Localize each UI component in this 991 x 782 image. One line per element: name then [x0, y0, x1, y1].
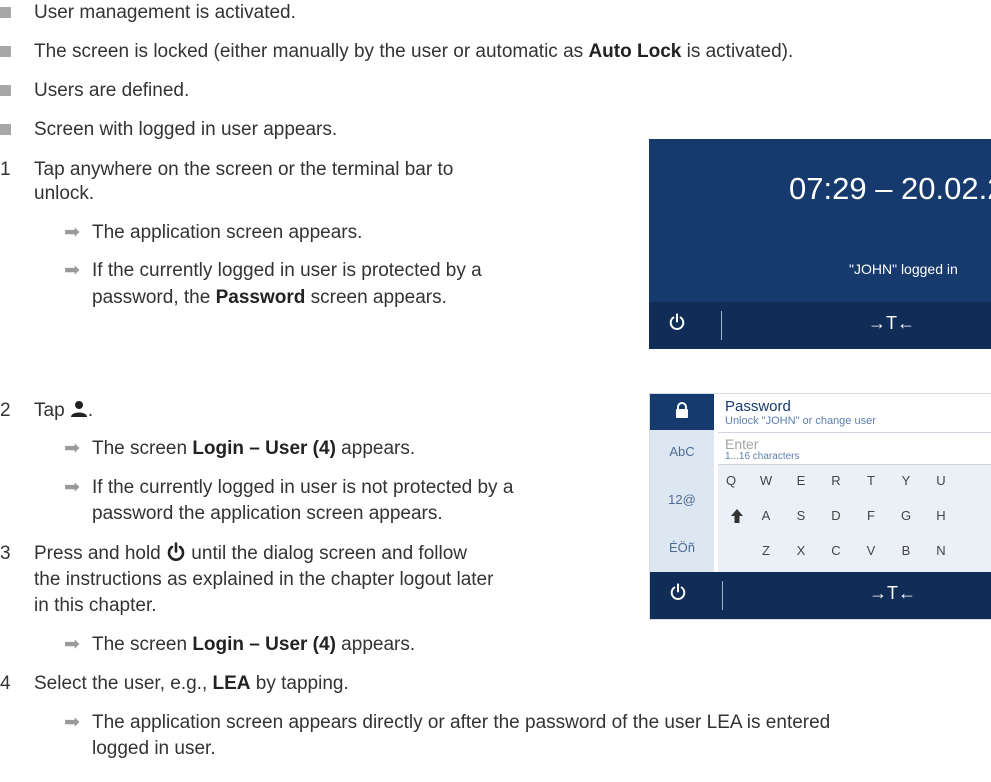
key[interactable]: E: [788, 473, 814, 488]
bullet-text: The screen is locked (either manually by…: [34, 41, 794, 62]
clock-display: 07:29 – 20.02.20: [789, 171, 991, 206]
result-text: If the currently logged in user is prote…: [92, 260, 482, 281]
terminal-bar[interactable]: →T←: [650, 572, 991, 619]
bar-divider: [722, 581, 723, 610]
key[interactable]: Z: [753, 543, 779, 558]
lock-icon: [650, 394, 714, 430]
tab-abc[interactable]: AbC: [650, 444, 714, 459]
step-number: 1: [0, 159, 11, 180]
key[interactable]: G: [893, 508, 919, 523]
logged-user-label: "JOHN" logged in: [849, 261, 958, 277]
bullet-square: [0, 85, 11, 96]
result-text: logged in user.: [92, 738, 216, 759]
result-text: password the application screen appears.: [92, 503, 443, 524]
key[interactable]: H: [928, 508, 954, 523]
key[interactable]: N: [928, 543, 954, 558]
key[interactable]: Q: [718, 473, 744, 488]
step-text: unlock.: [34, 183, 95, 204]
step-text: Press and hold until the dialog screen a…: [34, 542, 467, 564]
key[interactable]: X: [788, 543, 814, 558]
key[interactable]: U: [928, 473, 954, 488]
bullet-square: [0, 46, 11, 57]
terminal-bar[interactable]: →T←: [649, 302, 991, 349]
tab-numeric[interactable]: 12@: [650, 492, 714, 507]
result-arrow-icon: ➡: [64, 634, 80, 655]
key[interactable]: V: [858, 543, 884, 558]
bullet-text: Screen with logged in user appears.: [34, 119, 338, 140]
password-input[interactable]: Enter: [725, 436, 758, 452]
result-text: The screen Login – User (4) appears.: [92, 634, 416, 655]
key[interactable]: S: [788, 508, 814, 523]
result-text: If the currently logged in user is not p…: [92, 477, 514, 498]
key[interactable]: F: [858, 508, 884, 523]
result-text: The application screen appears directly …: [92, 712, 831, 733]
step-number: 3: [0, 543, 11, 564]
step-text: Select the user, e.g., LEA by tapping.: [34, 673, 349, 694]
tab-accents[interactable]: ÉÖñ: [650, 540, 714, 555]
result-arrow-icon: ➡: [64, 438, 80, 459]
result-text: The screen Login – User (4) appears.: [92, 438, 416, 459]
tare-button[interactable]: →T←: [869, 583, 916, 604]
result-text: password, the Password screen appears.: [92, 287, 447, 308]
result-arrow-icon: ➡: [64, 712, 80, 733]
dialog-subtitle: Unlock "JOHN" or change user: [725, 415, 876, 427]
key[interactable]: Y: [893, 473, 919, 488]
key[interactable]: C: [823, 543, 849, 558]
dialog-title: Password: [725, 398, 791, 415]
bullet-square: [0, 124, 11, 135]
power-icon[interactable]: [668, 313, 686, 336]
shift-icon[interactable]: [728, 508, 746, 529]
key[interactable]: W: [753, 473, 779, 488]
user-icon: [70, 401, 87, 417]
bar-divider: [721, 311, 722, 340]
key[interactable]: A: [753, 508, 779, 523]
key[interactable]: T: [858, 473, 884, 488]
key[interactable]: D: [823, 508, 849, 523]
step-text: Tap anywhere on the screen or the termin…: [34, 159, 454, 180]
lock-screen-image: 07:29 – 20.02.20 "JOHN" logged in →T←: [649, 139, 991, 349]
keyboard: Q W E R T Y U A S D F G H Z X C V B N: [718, 464, 991, 573]
result-text: The application screen appears.: [92, 222, 363, 243]
step-number: 2: [0, 400, 11, 421]
step-text: in this chapter.: [34, 595, 157, 616]
result-arrow-icon: ➡: [64, 222, 80, 243]
result-arrow-icon: ➡: [64, 260, 80, 281]
input-hint: 1...16 characters: [725, 451, 800, 462]
power-icon: [167, 542, 185, 561]
result-arrow-icon: ➡: [64, 477, 80, 498]
keyboard-tabs: AbC 12@ ÉÖñ: [650, 394, 714, 574]
tare-button[interactable]: →T←: [868, 313, 915, 334]
bullet-text: User management is activated.: [34, 2, 296, 23]
password-screen-image: AbC 12@ ÉÖñ Password Unlock "JOHN" or ch…: [649, 393, 991, 620]
step-text: Tap .: [34, 400, 94, 421]
bullet-square: [0, 7, 11, 18]
bullet-text: Users are defined.: [34, 80, 190, 101]
step-number: 4: [0, 673, 11, 694]
divider: [718, 432, 991, 433]
power-icon[interactable]: [669, 583, 687, 606]
key[interactable]: B: [893, 543, 919, 558]
step-text: the instructions as explained in the cha…: [34, 569, 494, 590]
key[interactable]: R: [823, 473, 849, 488]
